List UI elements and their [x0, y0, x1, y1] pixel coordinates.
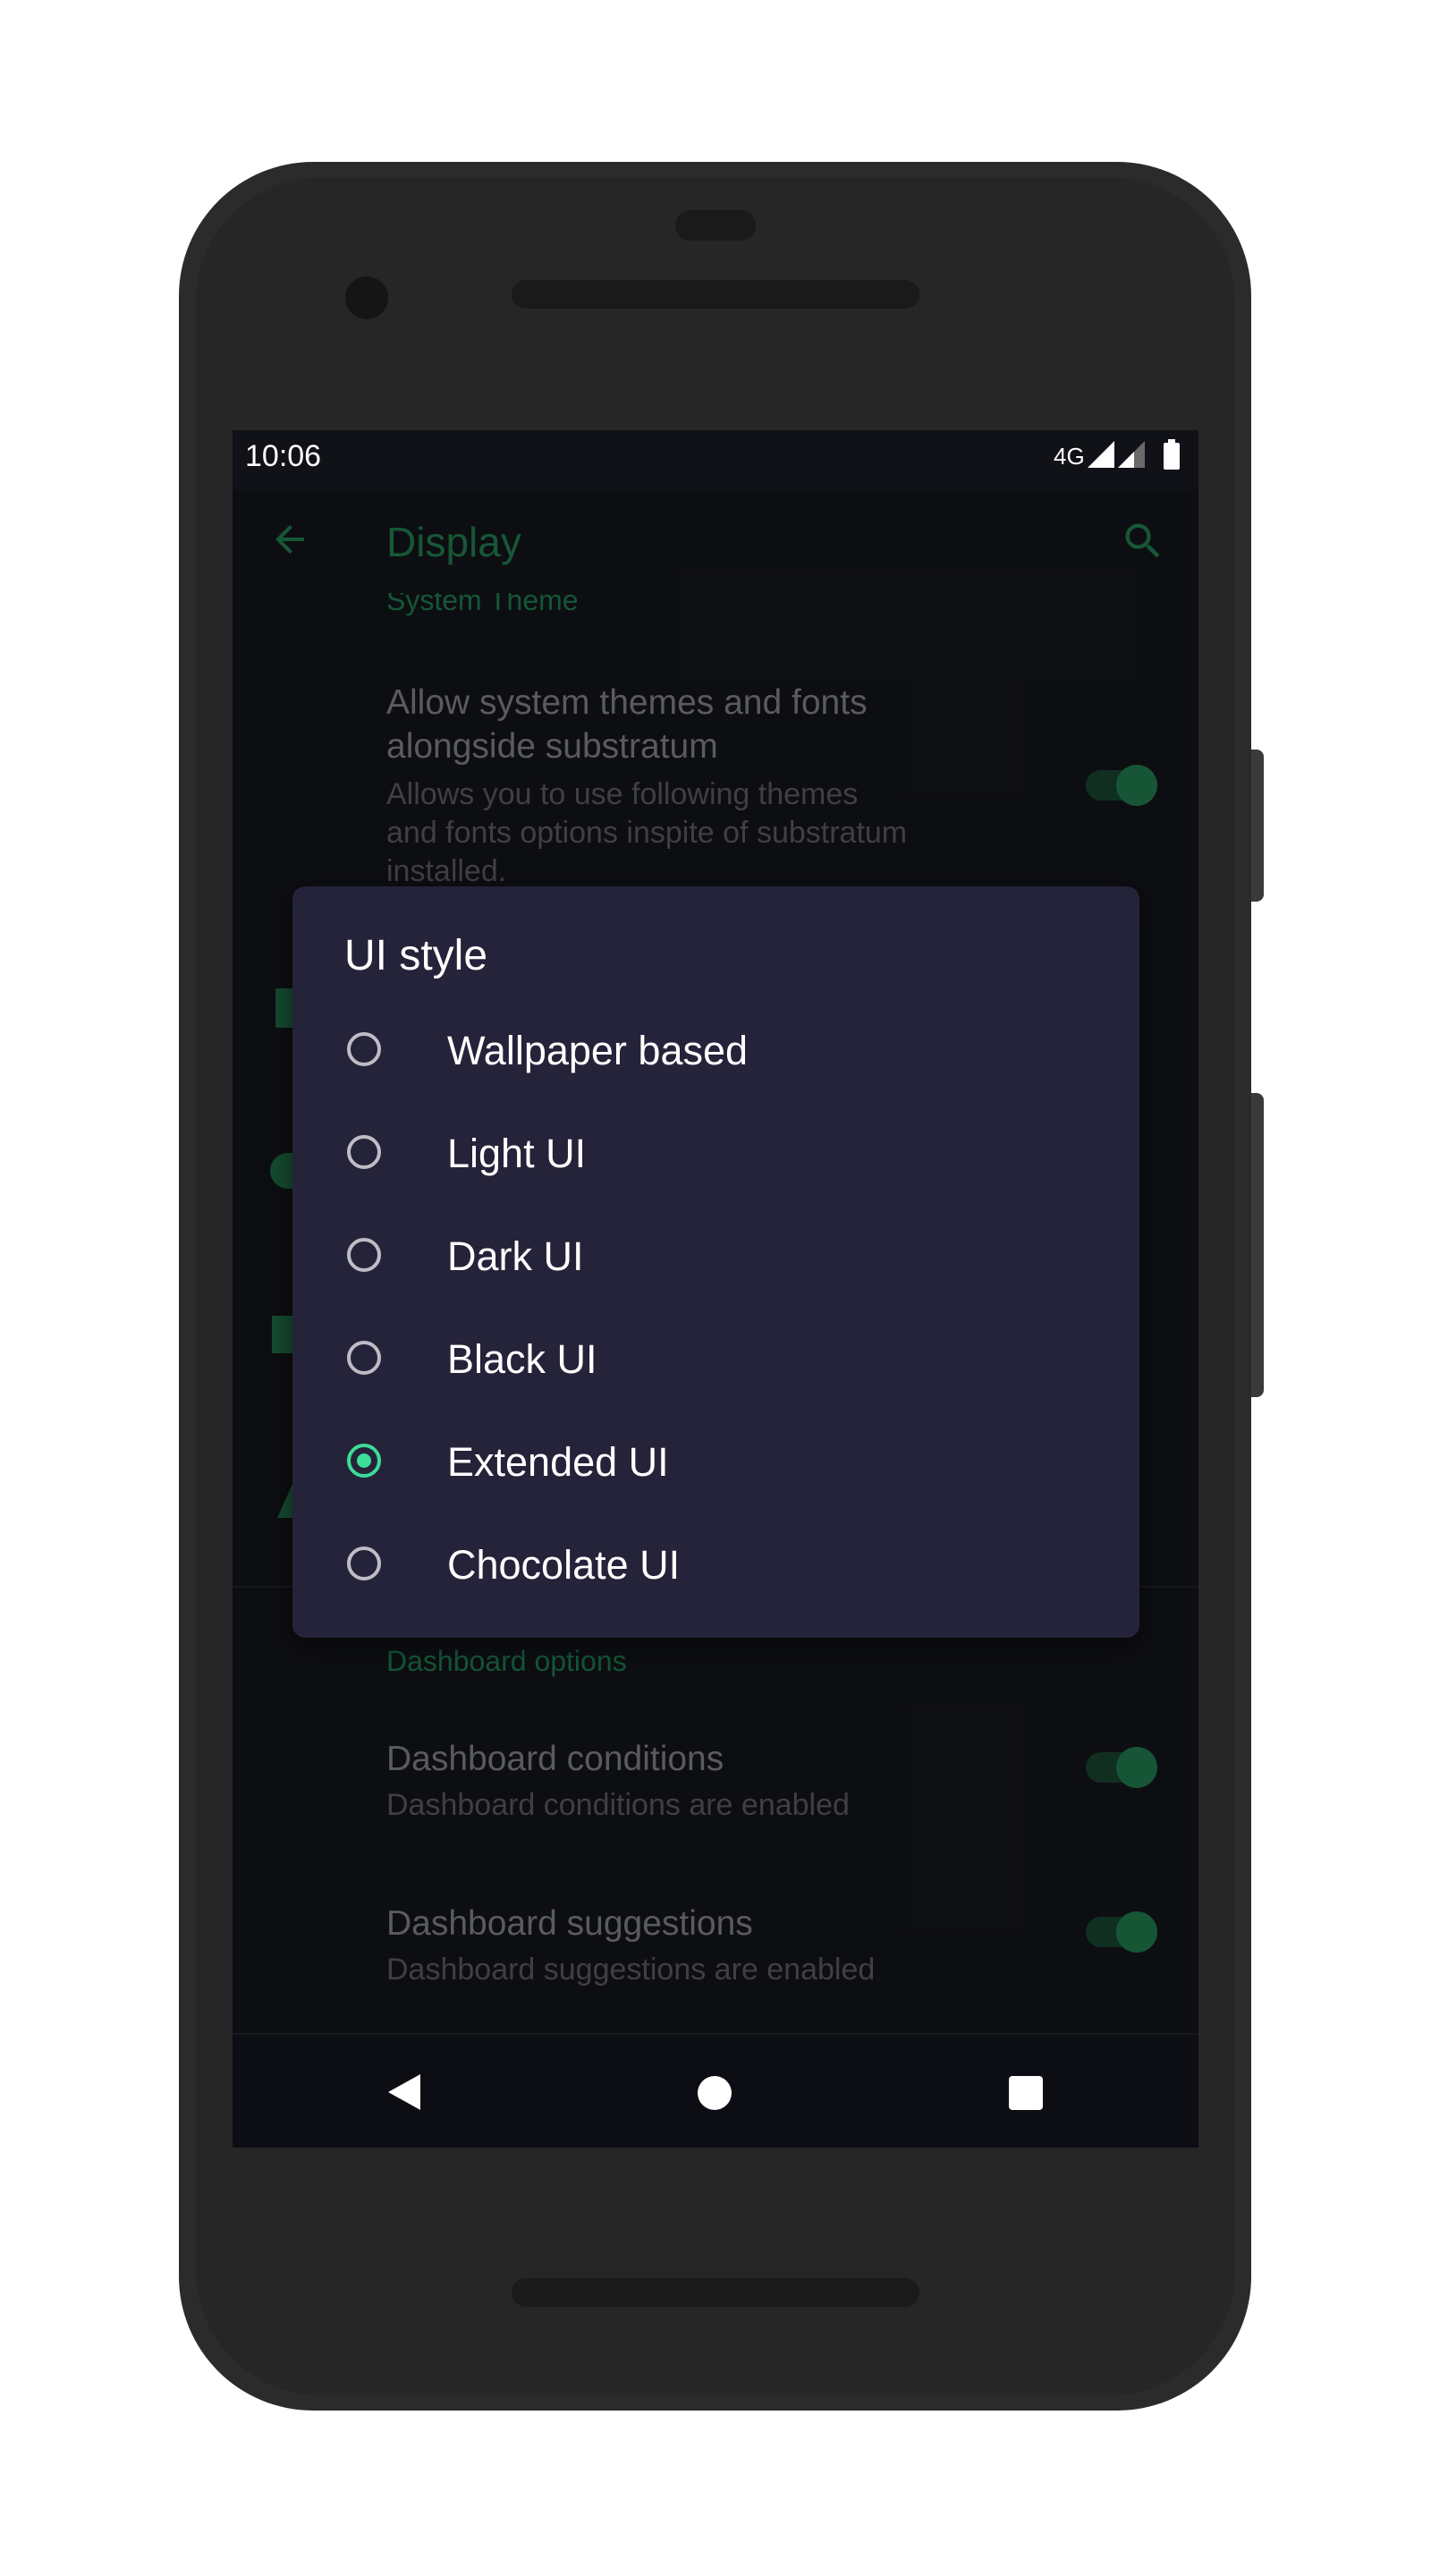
battery-icon — [1164, 439, 1180, 470]
option-wallpaper-based[interactable]: Wallpaper based — [292, 1000, 1139, 1103]
option-label: Chocolate UI — [447, 1542, 681, 1588]
option-black-ui[interactable]: Black UI — [292, 1309, 1139, 1411]
power-button — [1251, 750, 1264, 902]
home-circle-icon[interactable] — [696, 2074, 733, 2112]
radio-button[interactable] — [347, 1238, 381, 1272]
option-extended-ui[interactable]: Extended UI — [292, 1411, 1139, 1514]
navigation-bar — [233, 2033, 1198, 2148]
bottom-speaker — [512, 2278, 919, 2307]
option-dark-ui[interactable]: Dark UI — [292, 1206, 1139, 1309]
radio-button[interactable] — [347, 1546, 381, 1580]
option-light-ui[interactable]: Light UI — [292, 1103, 1139, 1206]
earpiece — [675, 210, 756, 241]
navbar-divider — [233, 2033, 1198, 2035]
back-triangle-icon[interactable] — [385, 2072, 424, 2112]
option-chocolate-ui[interactable]: Chocolate UI — [292, 1514, 1139, 1617]
option-label: Wallpaper based — [447, 1028, 749, 1073]
signal-partial-icon — [1118, 441, 1145, 468]
status-time: 10:06 — [245, 439, 322, 473]
screen: 10:06 4G Display System Theme Allow syst… — [233, 430, 1198, 2148]
ui-style-dialog: UI style Wallpaper based Light UI Dark U… — [292, 886, 1139, 1638]
volume-button — [1251, 1093, 1264, 1397]
status-bar: 10:06 4G — [233, 430, 1198, 489]
radio-button-selected[interactable] — [347, 1444, 381, 1478]
signal-full-icon — [1088, 441, 1114, 468]
radio-dot — [357, 1453, 371, 1468]
front-camera — [345, 276, 388, 319]
recents-square-icon[interactable] — [1007, 2074, 1045, 2112]
radio-button[interactable] — [347, 1032, 381, 1066]
option-label: Light UI — [447, 1131, 587, 1176]
radio-button[interactable] — [347, 1135, 381, 1169]
network-type: 4G — [1054, 443, 1085, 470]
option-label: Extended UI — [447, 1439, 669, 1485]
radio-button[interactable] — [347, 1341, 381, 1375]
option-label: Dark UI — [447, 1233, 584, 1279]
dialog-title: UI style — [344, 932, 488, 979]
option-label: Black UI — [447, 1336, 597, 1382]
top-speaker — [512, 280, 919, 309]
